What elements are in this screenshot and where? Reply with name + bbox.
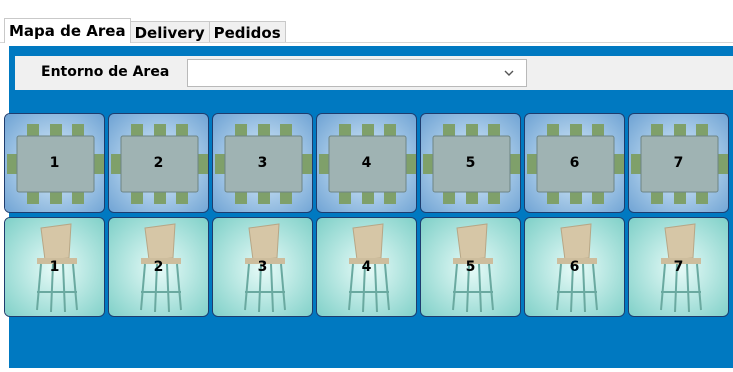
mesa-tile-1[interactable]: 1 bbox=[4, 113, 105, 213]
barra-number: 6 bbox=[569, 259, 580, 275]
barra-tile-1[interactable]: 1 bbox=[4, 217, 105, 317]
mesa-tile-7[interactable]: 7 bbox=[628, 113, 729, 213]
barra-number: 3 bbox=[257, 259, 268, 275]
barra-tile-3[interactable]: 3 bbox=[212, 217, 313, 317]
mesa-tile-6[interactable]: 6 bbox=[524, 113, 625, 213]
barra-tile-4[interactable]: 4 bbox=[316, 217, 417, 317]
tab-pedidos[interactable]: Pedidos bbox=[208, 21, 286, 43]
tab-strip: Mapa de Area Delivery Pedidos bbox=[4, 18, 286, 43]
mesa-tile-2[interactable]: 2 bbox=[108, 113, 209, 213]
area-toolbar: Entorno de Area bbox=[15, 56, 733, 90]
mesa-tile-3[interactable]: 3 bbox=[212, 113, 313, 213]
mesa-number: 7 bbox=[673, 155, 684, 171]
mesa-number: 2 bbox=[153, 155, 164, 171]
mesa-number: 5 bbox=[465, 155, 476, 171]
barra-number: 5 bbox=[465, 259, 476, 275]
barra-number: 7 bbox=[673, 259, 684, 275]
barra-tile-5[interactable]: 5 bbox=[420, 217, 521, 317]
mesa-number: 3 bbox=[257, 155, 268, 171]
barra-tile-7[interactable]: 7 bbox=[628, 217, 729, 317]
barra-number: 1 bbox=[49, 259, 60, 275]
tab-delivery[interactable]: Delivery bbox=[129, 21, 210, 43]
mesa-number: 1 bbox=[49, 155, 60, 171]
chevron-down-icon[interactable] bbox=[504, 68, 514, 78]
barra-number: 2 bbox=[153, 259, 164, 275]
mesa-tile-5[interactable]: 5 bbox=[420, 113, 521, 213]
entorno-label: Entorno de Area bbox=[41, 64, 170, 80]
mesa-tile-4[interactable]: 4 bbox=[316, 113, 417, 213]
mesa-number: 6 bbox=[569, 155, 580, 171]
barra-number: 4 bbox=[361, 259, 372, 275]
mesa-number: 4 bbox=[361, 155, 372, 171]
barra-tile-6[interactable]: 6 bbox=[524, 217, 625, 317]
entorno-combobox[interactable] bbox=[187, 59, 527, 87]
barra-tile-2[interactable]: 2 bbox=[108, 217, 209, 317]
tab-mapa-de-area[interactable]: Mapa de Area bbox=[4, 18, 131, 43]
